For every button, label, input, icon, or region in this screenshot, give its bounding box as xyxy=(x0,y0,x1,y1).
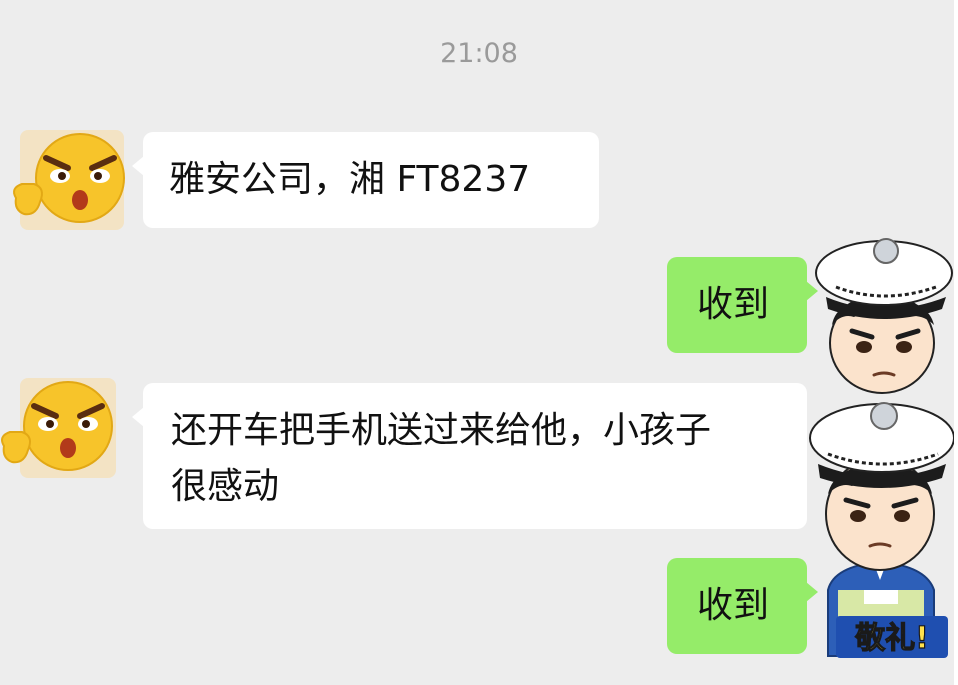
message-text-line: 很感动 xyxy=(171,466,280,507)
incoming-message-bubble[interactable]: 还开车把手机送过来给他，小孩子 很感动 xyxy=(132,383,807,529)
message-text: 雅安公司，湘 FT8237 xyxy=(169,159,531,200)
angry-emoji-avatar-icon[interactable] xyxy=(0,376,128,480)
outgoing-message-bubble[interactable]: 收到 xyxy=(667,558,818,654)
police-officer-avatar-icon[interactable] xyxy=(806,225,954,397)
window-edge xyxy=(954,0,958,685)
message-timestamp: 21:08 xyxy=(440,38,518,69)
message-text: 收到 xyxy=(697,585,770,626)
message-text: 收到 xyxy=(697,284,770,325)
sticker-caption: 敬礼! xyxy=(854,621,929,656)
incoming-message-bubble[interactable]: 雅安公司，湘 FT8237 xyxy=(132,132,599,228)
outgoing-message-bubble[interactable]: 收到 xyxy=(667,257,818,353)
message-text-line: 还开车把手机送过来给他，小孩子 xyxy=(171,410,712,451)
angry-emoji-avatar-icon[interactable] xyxy=(8,128,136,232)
police-salute-sticker-icon[interactable]: 敬礼! xyxy=(794,390,954,662)
